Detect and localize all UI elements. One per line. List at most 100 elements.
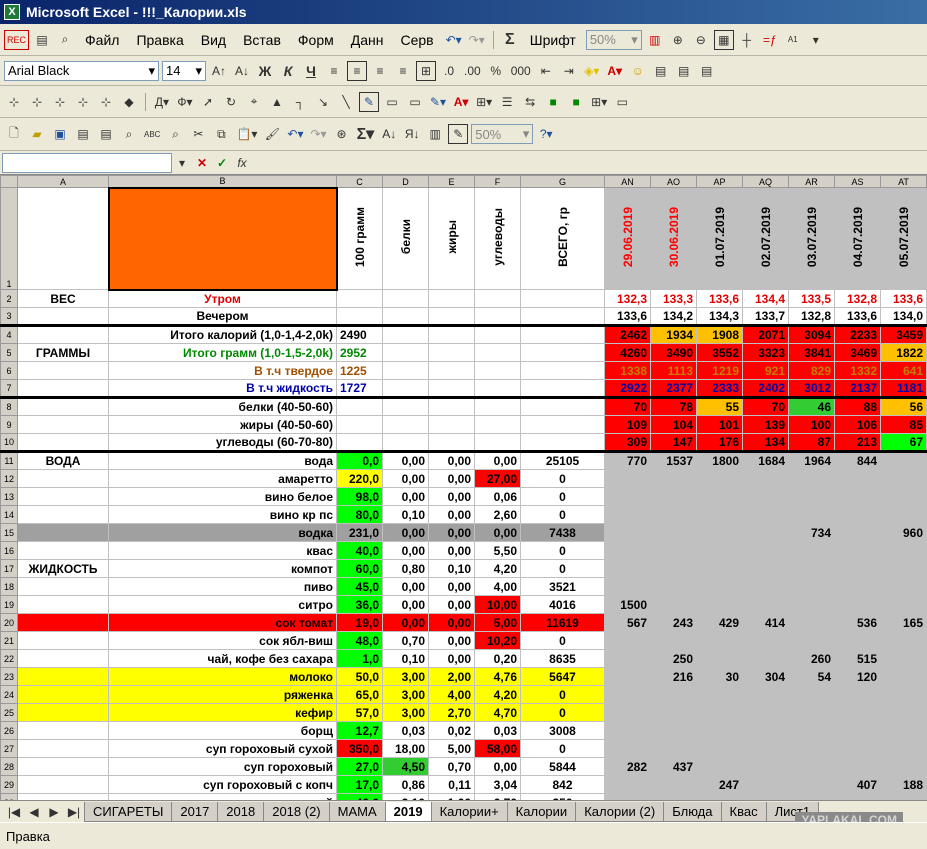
cell-a[interactable] <box>17 685 109 704</box>
cell-b[interactable]: борщ <box>108 721 337 740</box>
cell-f[interactable]: 0,00 <box>474 757 521 776</box>
cell-date-value[interactable] <box>788 685 835 704</box>
cell-date-value[interactable]: 1219 <box>696 361 743 380</box>
cell-date-value[interactable]: 165 <box>880 613 927 632</box>
sheet-tab[interactable]: Калории+ <box>430 802 508 822</box>
menu-file[interactable]: Файл <box>78 32 126 48</box>
cell-date-value[interactable] <box>880 757 927 776</box>
cell-c[interactable]: 12,7 <box>336 721 383 740</box>
cell-a[interactable] <box>17 397 109 416</box>
cell-e[interactable]: 0,00 <box>428 505 475 524</box>
cell-date-value[interactable]: 1908 <box>696 325 743 344</box>
cell-date-value[interactable]: 282 <box>604 757 651 776</box>
cell-d[interactable]: 0,10 <box>382 649 429 668</box>
cell-date-value[interactable] <box>834 487 881 506</box>
cell-e[interactable]: 0,00 <box>428 577 475 596</box>
cell-c[interactable]: 27,0 <box>336 757 383 776</box>
cell-d[interactable]: 0,00 <box>382 541 429 560</box>
cell-b[interactable]: углеводы (60-70-80) <box>108 433 337 452</box>
cell-b[interactable]: Итого грамм (1,0-1,5-2,0k) <box>108 343 337 362</box>
cell-e[interactable]: 2,00 <box>428 667 475 686</box>
row-header[interactable]: 20 <box>0 613 18 632</box>
cell-e[interactable]: 2,70 <box>428 703 475 722</box>
cell-date-value[interactable]: 770 <box>604 451 651 470</box>
cell-date-value[interactable] <box>880 685 927 704</box>
decimal-decrease-icon[interactable]: .00 <box>462 61 483 81</box>
cell-date-value[interactable]: 134 <box>742 433 789 452</box>
cell-date-value[interactable]: 2233 <box>834 325 881 344</box>
cell-b[interactable]: чай, кофе без сахара <box>108 649 337 668</box>
cell-date-value[interactable] <box>604 739 651 758</box>
cell-d[interactable] <box>382 325 429 344</box>
cell-date-value[interactable] <box>742 739 789 758</box>
line-icon[interactable]: ╲ <box>336 92 356 112</box>
column-header[interactable]: AO <box>650 175 697 188</box>
cell-date-value[interactable]: 120 <box>834 667 881 686</box>
cell-c[interactable] <box>336 397 383 416</box>
cell-date-value[interactable]: 2377 <box>650 379 697 398</box>
cell-date-value[interactable] <box>696 577 743 596</box>
decimal-increase-icon[interactable]: .0 <box>439 61 459 81</box>
font-button[interactable]: Шрифт <box>523 32 583 48</box>
cell-date-value[interactable] <box>604 523 651 542</box>
cell-a[interactable] <box>17 757 109 776</box>
cell-g[interactable]: 0 <box>520 559 605 578</box>
cell-date-value[interactable]: 87 <box>788 433 835 452</box>
cell-e[interactable]: 0,00 <box>428 487 475 506</box>
cell-a[interactable] <box>17 613 109 632</box>
draw-menu[interactable]: Д ▾ <box>152 92 172 112</box>
new-icon[interactable]: 🗋 <box>4 124 24 144</box>
cell-date-value[interactable]: 437 <box>650 757 697 776</box>
r1c1-icon[interactable]: A1 <box>783 30 803 50</box>
column-header[interactable]: AT <box>880 175 927 188</box>
cell-date-value[interactable]: 3841 <box>788 343 835 362</box>
cell-b[interactable]: вода <box>108 451 337 470</box>
cell-e[interactable] <box>428 397 475 416</box>
cell-f[interactable] <box>474 415 521 434</box>
column-header[interactable]: B <box>108 175 337 188</box>
cell-f[interactable]: 0,20 <box>474 649 521 668</box>
cell-b[interactable]: вино белое <box>108 487 337 506</box>
cell-b[interactable]: ситро <box>108 595 337 614</box>
cell-d[interactable] <box>382 379 429 398</box>
cell-date-value[interactable]: 1800 <box>696 451 743 470</box>
cell-date-value[interactable] <box>788 595 835 614</box>
row-header[interactable]: 1 <box>0 187 18 290</box>
cell[interactable] <box>17 187 109 290</box>
permission-icon[interactable]: ▤ <box>73 124 93 144</box>
preview-icon[interactable]: ⌕ <box>55 30 75 50</box>
cell-date-value[interactable] <box>880 577 927 596</box>
cell-b[interactable]: амаретто <box>108 469 337 488</box>
cell-c[interactable]: 17,0 <box>336 775 383 794</box>
cell-c[interactable]: 350,0 <box>336 739 383 758</box>
undo2-icon[interactable]: ↶▾ <box>285 124 305 144</box>
cell-date-value[interactable]: 1181 <box>880 379 927 398</box>
cell-date-value[interactable]: 3459 <box>880 325 927 344</box>
arrow-style-icon[interactable]: ⇆ <box>520 92 540 112</box>
row-header[interactable]: 23 <box>0 667 18 686</box>
cell-f[interactable] <box>474 433 521 452</box>
cell-f[interactable]: 10,20 <box>474 631 521 650</box>
cell-c[interactable]: 40,0 <box>336 541 383 560</box>
borders-icon[interactable]: ⊞▾ <box>474 92 494 112</box>
sheet-tab[interactable]: СИГАРЕТЫ <box>84 802 173 822</box>
cell-f[interactable]: 0,03 <box>474 721 521 740</box>
underline-button[interactable]: Ч <box>301 61 321 81</box>
list-icon[interactable]: ▤ <box>697 61 717 81</box>
cell-date-value[interactable]: 188 <box>880 775 927 794</box>
cell-f[interactable]: 0,00 <box>474 451 521 470</box>
help-icon[interactable]: ?▾ <box>536 124 556 144</box>
cell-date-value[interactable]: 133,6 <box>604 307 651 326</box>
column-header[interactable]: F <box>474 175 521 188</box>
menu-data[interactable]: Данн <box>344 32 391 48</box>
cell-a[interactable]: ГРАММЫ <box>17 343 109 362</box>
cell-e[interactable]: 0,00 <box>428 649 475 668</box>
cancel-icon[interactable]: ✕ <box>192 153 212 173</box>
cell-date-value[interactable] <box>742 541 789 560</box>
cell-f[interactable]: 4,20 <box>474 685 521 704</box>
zoom-out-icon[interactable]: ⊖ <box>691 30 711 50</box>
cell-date-value[interactable]: 1338 <box>604 361 651 380</box>
font-color-icon[interactable]: A▾ <box>605 61 625 81</box>
cell-date-value[interactable]: 844 <box>834 451 881 470</box>
row-header[interactable]: 8 <box>0 397 18 416</box>
